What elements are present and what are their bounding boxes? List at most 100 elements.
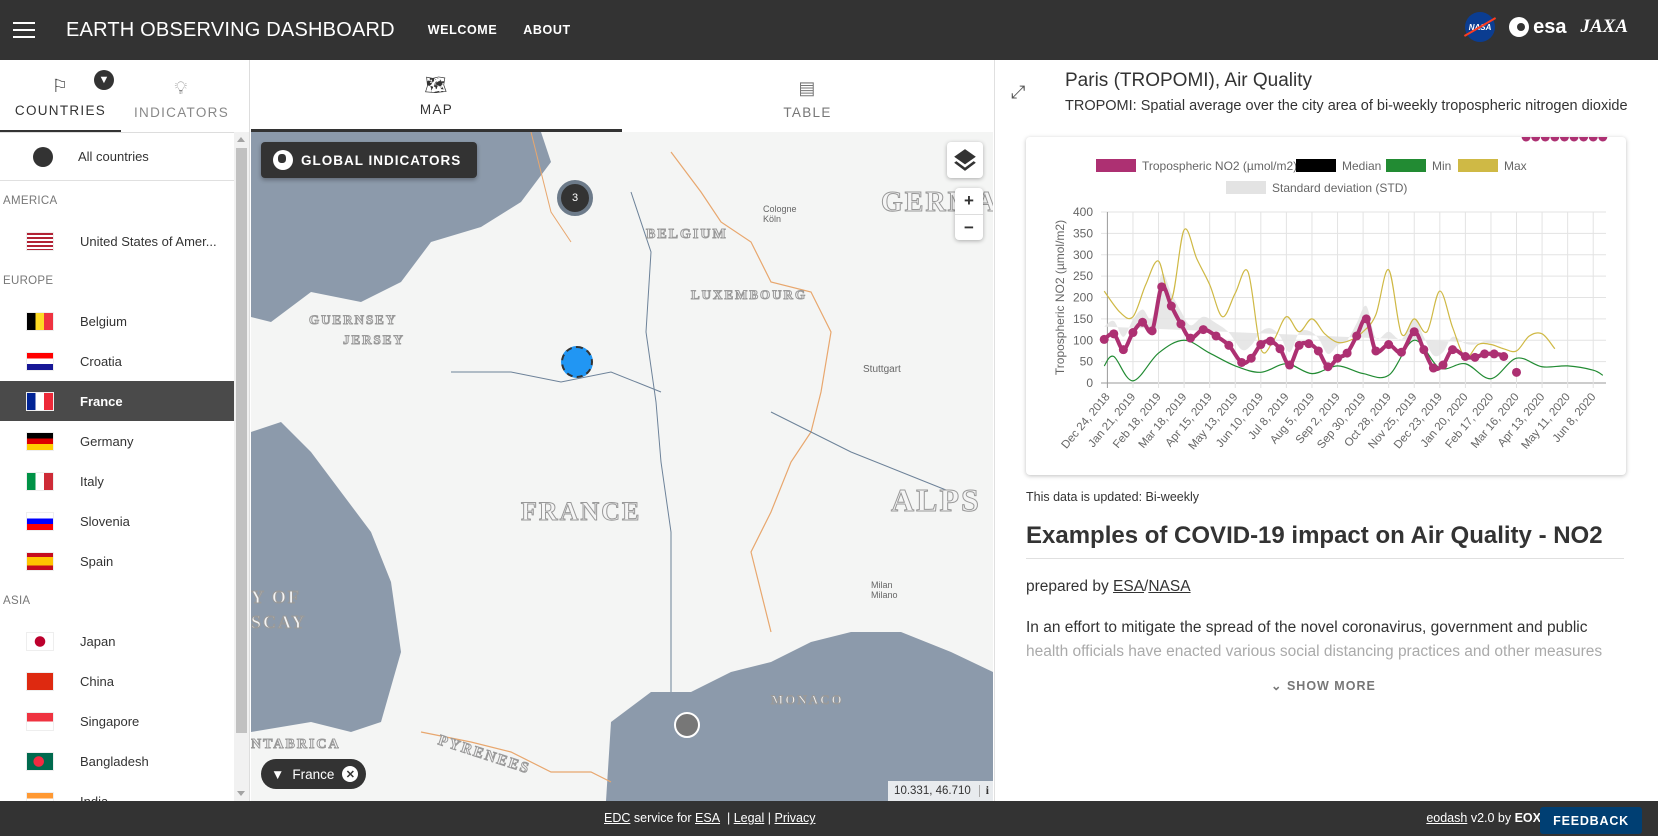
- map-label-cologne: Cologne Köln: [763, 204, 797, 224]
- max-line: [1103, 228, 1556, 359]
- y-tick-label: 350: [1073, 226, 1093, 240]
- cluster-marker[interactable]: 3: [557, 180, 593, 216]
- zoom-out-button[interactable]: −: [955, 214, 983, 240]
- expand-icon[interactable]: ⤢: [1011, 82, 1025, 103]
- list-item-de[interactable]: Germany: [0, 421, 235, 461]
- no2-point: [1384, 340, 1394, 350]
- no2-point: [1598, 132, 1608, 142]
- no2-point: [1157, 282, 1167, 292]
- tab-indicators-label: INDICATORS: [133, 105, 229, 120]
- tab-map-label: MAP: [419, 102, 454, 117]
- info-icon[interactable]: i: [978, 785, 989, 797]
- list-item-it[interactable]: Italy: [0, 461, 235, 501]
- country-groups: AMERICA United States of Amer... EUROPE Bel…: [0, 181, 235, 801]
- jp-flag-icon: [26, 631, 54, 651]
- panel-title: Paris (TROPOMI), Air Quality: [1065, 70, 1313, 91]
- scrollbar-thumb[interactable]: [236, 148, 247, 733]
- legend-swatch-0: [1096, 159, 1136, 172]
- chart-card: Tropospheric NO2 (µmol/m2) Median Min Max St…: [1026, 132, 1626, 475]
- nav-welcome[interactable]: WELCOME: [428, 23, 497, 37]
- map-view[interactable]: BELGIUM LUXEMBOURG GERMAN FRANCE GUERNSE…: [251, 132, 993, 801]
- no2-point: [1265, 336, 1275, 346]
- marseille-poi-marker[interactable]: [674, 712, 700, 738]
- no2-chart[interactable]: Tropospheric NO2 (µmol/m2) Median Min Max St…: [1026, 132, 1626, 475]
- map-basemap: [251, 132, 993, 801]
- esa-link[interactable]: ESA: [1113, 578, 1144, 595]
- no2-point: [1512, 367, 1522, 377]
- no2-point: [1448, 345, 1458, 355]
- menu-icon[interactable]: [13, 22, 35, 38]
- border-line: [670, 151, 832, 633]
- legal-link[interactable]: Legal: [734, 811, 765, 825]
- global-indicators-button[interactable]: GLOBAL INDICATORS: [261, 142, 478, 178]
- indicator-panel: ⤢ Paris (TROPOMI), Air Quality TROPOMI: …: [994, 60, 1658, 801]
- privacy-link[interactable]: Privacy: [775, 811, 816, 825]
- paris-poi-marker[interactable]: [561, 346, 593, 378]
- map-label-france: FRANCE: [520, 497, 642, 527]
- partner-logos: NASA esa JAXA: [1465, 12, 1628, 42]
- esa-footer-link[interactable]: ESA: [695, 811, 720, 825]
- y-tick-label: 200: [1073, 291, 1093, 305]
- list-item-fr[interactable]: France: [0, 381, 235, 421]
- group-header-europe: EUROPE: [3, 275, 54, 287]
- no2-point: [1579, 132, 1589, 142]
- y-tick-label: 50: [1080, 355, 1094, 369]
- list-item-bd[interactable]: Bangladesh: [0, 741, 235, 781]
- no2-point: [1460, 351, 1470, 361]
- cn-flag-icon: [26, 671, 54, 691]
- country-label: China: [80, 673, 114, 689]
- eodash-link[interactable]: eodash: [1426, 811, 1467, 825]
- feedback-button[interactable]: FEEDBACK: [1540, 807, 1642, 834]
- country-label: India: [80, 793, 109, 802]
- list-item-jp[interactable]: Japan: [0, 621, 235, 661]
- tab-indicators[interactable]: 💡︎ INDICATORS: [121, 60, 242, 132]
- y-tick-label: 250: [1073, 269, 1093, 283]
- sidebar-tabs: ⚐ COUNTRIES ▼ 💡︎ INDICATORS: [0, 60, 249, 132]
- story-paragraph: In an effort to mitigate the spread of t…: [1026, 616, 1626, 664]
- map-label-stuttgart: Stuttgart: [863, 364, 901, 375]
- list-item-be[interactable]: Belgium: [0, 301, 235, 341]
- version-text: v2.0 by: [1467, 811, 1515, 825]
- list-item-si[interactable]: Slovenia: [0, 501, 235, 541]
- no2-point: [1352, 331, 1362, 341]
- filter-chip-label: France: [292, 766, 335, 782]
- tab-table[interactable]: ▤ TABLE: [622, 60, 993, 132]
- no2-point: [1237, 357, 1247, 367]
- footer: EDC service for ESA | Legal | Privacy eo…: [0, 801, 1658, 836]
- list-item-es[interactable]: Spain: [0, 541, 235, 581]
- no2-point: [1211, 331, 1221, 341]
- es-flag-icon: [26, 551, 54, 571]
- no2-point: [1521, 132, 1531, 142]
- sidebar: ⚐ COUNTRIES ▼ 💡︎ INDICATORS All countrie…: [0, 60, 250, 801]
- it-flag-icon: [26, 471, 54, 491]
- map-search-icon: 🗺︎: [424, 75, 449, 95]
- y-tick-label: 0: [1086, 376, 1093, 390]
- tab-map[interactable]: 🗺︎ MAP: [251, 60, 622, 132]
- legend-label-2: Min: [1432, 159, 1451, 173]
- list-item-in[interactable]: India: [0, 781, 235, 801]
- map-label-belgium: BELGIUM: [646, 227, 728, 243]
- no2-point: [1198, 325, 1208, 335]
- scroll-down-arrow-icon[interactable]: [237, 791, 245, 796]
- map-label-biscay-a: Y OF: [251, 587, 301, 608]
- list-item-us[interactable]: United States of Amer...: [0, 221, 235, 261]
- list-item-all-countries[interactable]: All countries: [0, 133, 235, 181]
- nav-about[interactable]: ABOUT: [523, 23, 570, 37]
- list-item-cn[interactable]: China: [0, 661, 235, 701]
- no2-point: [1569, 132, 1579, 142]
- layer-switcher-button[interactable]: [947, 142, 983, 178]
- app: EARTH OBSERVING DASHBOARD WELCOME ABOUT …: [0, 0, 1658, 836]
- list-item-hr[interactable]: Croatia: [0, 341, 235, 381]
- zoom-in-button[interactable]: +: [955, 188, 983, 214]
- coordinates-readout: 10.331, 46.710: [894, 785, 971, 797]
- country-filter-chip[interactable]: ▼ France ✕: [261, 759, 367, 789]
- show-more-button[interactable]: ⌄ SHOW MORE: [1271, 678, 1376, 693]
- close-icon[interactable]: ✕: [342, 766, 359, 782]
- paragraph-line-1: In an effort to mitigate the spread of t…: [1026, 619, 1588, 636]
- nasa-link[interactable]: NASA: [1148, 578, 1190, 595]
- sidebar-scrollbar[interactable]: [234, 132, 249, 801]
- app-title[interactable]: EARTH OBSERVING DASHBOARD: [66, 19, 395, 42]
- scroll-up-arrow-icon[interactable]: [237, 137, 245, 142]
- list-item-sg[interactable]: Singapore: [0, 701, 235, 741]
- edc-link[interactable]: EDC: [604, 811, 630, 825]
